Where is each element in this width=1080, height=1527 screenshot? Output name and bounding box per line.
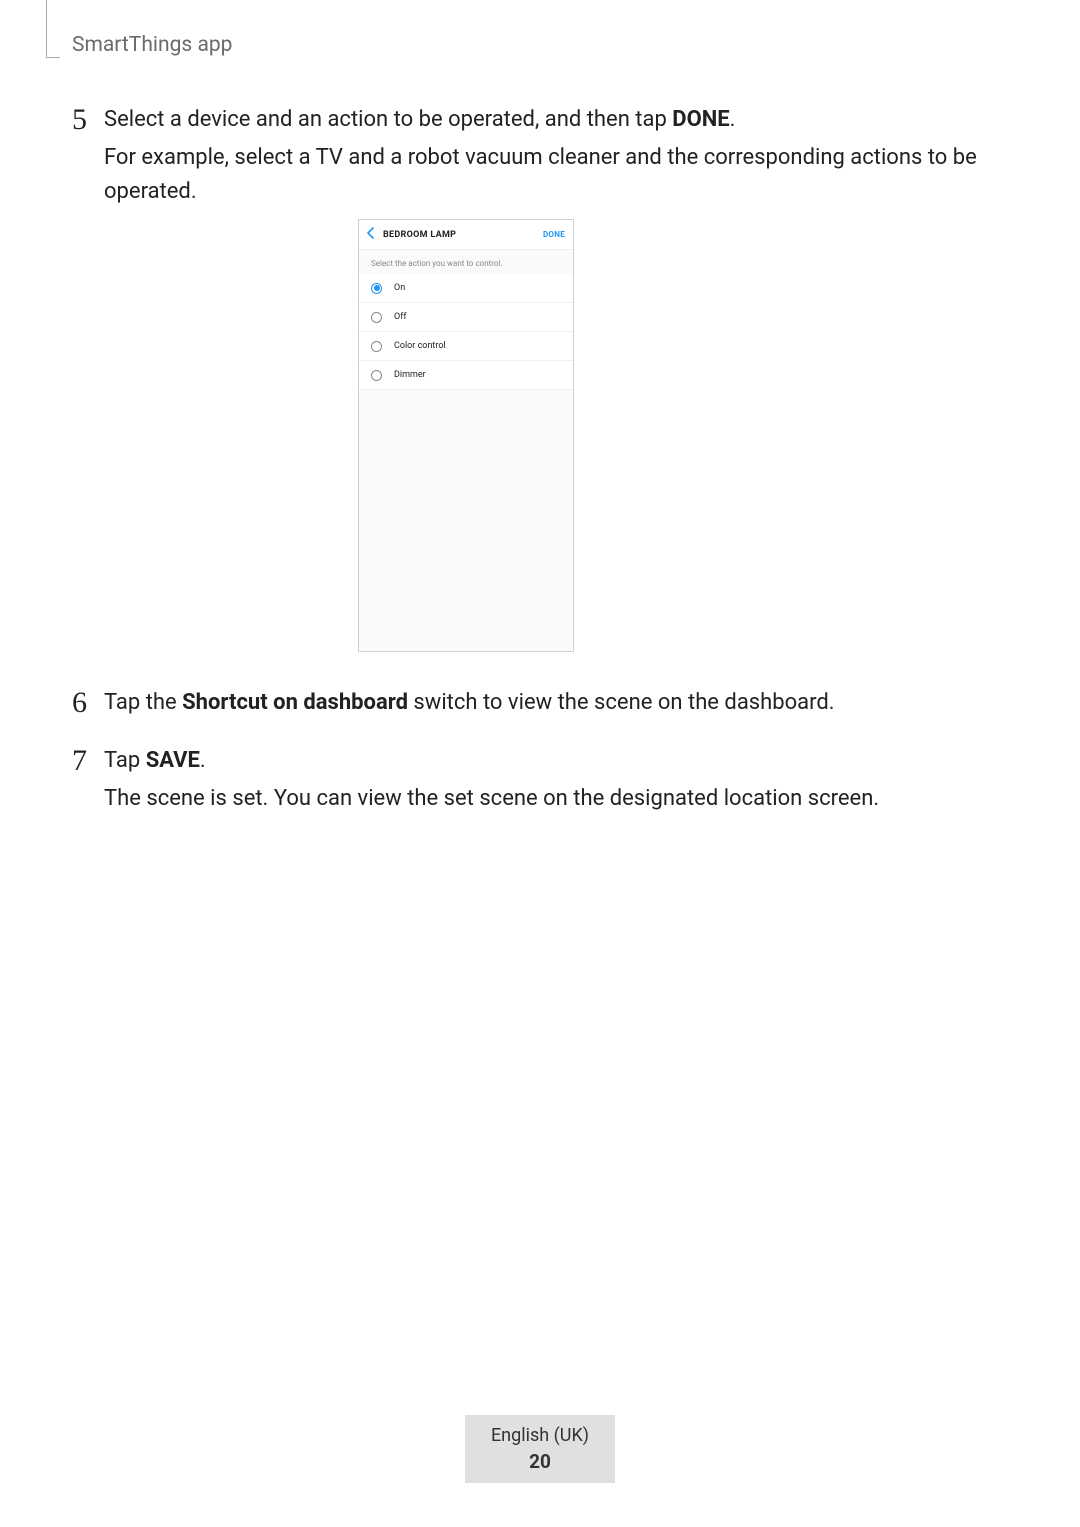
step-number-6: 6 — [72, 688, 104, 718]
radio-option-on[interactable]: On — [359, 274, 573, 303]
instruction-step-6: 6 Tap the Shortcut on dashboard switch t… — [72, 686, 1020, 724]
step6-text-bold: Shortcut on dashboard — [182, 690, 408, 715]
screenshot-subheader: Select the action you want to control. — [359, 250, 573, 274]
screenshot-title: BEDROOM LAMP — [383, 230, 543, 240]
step5-text-pre: Select a device and an action to be oper… — [104, 107, 672, 132]
step6-text-pre: Tap the — [104, 690, 182, 715]
radio-option-dimmer[interactable]: Dimmer — [359, 361, 573, 390]
step6-text-post: switch to view the scene on the dashboar… — [408, 690, 835, 715]
footer-language: English (UK) — [491, 1425, 589, 1446]
step5-line2: For example, select a TV and a robot vac… — [104, 141, 1020, 209]
header-rule — [46, 0, 60, 58]
radio-icon — [371, 341, 382, 352]
step7-text-bold: SAVE — [146, 748, 200, 773]
radio-list: On Off Color control Dimmer — [359, 274, 573, 390]
step5-text-bold: DONE — [672, 107, 729, 132]
radio-option-color[interactable]: Color control — [359, 332, 573, 361]
radio-label: On — [394, 283, 405, 293]
screenshot-header: BEDROOM LAMP DONE — [359, 220, 573, 250]
step7-line2: The scene is set. You can view the set s… — [104, 782, 1020, 816]
step7-text-post: . — [200, 748, 206, 773]
done-button[interactable]: DONE — [543, 230, 565, 239]
radio-icon — [371, 283, 382, 294]
step-content-6: Tap the Shortcut on dashboard switch to … — [104, 686, 1020, 724]
page-footer: English (UK) 20 — [465, 1415, 615, 1483]
radio-icon — [371, 312, 382, 323]
radio-option-off[interactable]: Off — [359, 303, 573, 332]
step-content-7: Tap SAVE. The scene is set. You can view… — [104, 744, 1020, 820]
step5-text-post: . — [730, 107, 736, 132]
step-number-5: 5 — [72, 105, 104, 135]
radio-label: Color control — [394, 341, 446, 351]
radio-icon — [371, 370, 382, 381]
footer-page-number: 20 — [529, 1450, 551, 1473]
back-icon[interactable] — [367, 227, 375, 243]
phone-screenshot: BEDROOM LAMP DONE Select the action you … — [358, 219, 574, 652]
instruction-step-7: 7 Tap SAVE. The scene is set. You can vi… — [72, 744, 1020, 820]
radio-label: Dimmer — [394, 370, 426, 380]
step-number-7: 7 — [72, 746, 104, 776]
step-content-5: Select a device and an action to be oper… — [104, 103, 1020, 213]
section-header: SmartThings app — [72, 33, 232, 57]
radio-label: Off — [394, 312, 406, 322]
step7-text-pre: Tap — [104, 748, 146, 773]
instruction-step-5: 5 Select a device and an action to be op… — [72, 103, 1020, 213]
